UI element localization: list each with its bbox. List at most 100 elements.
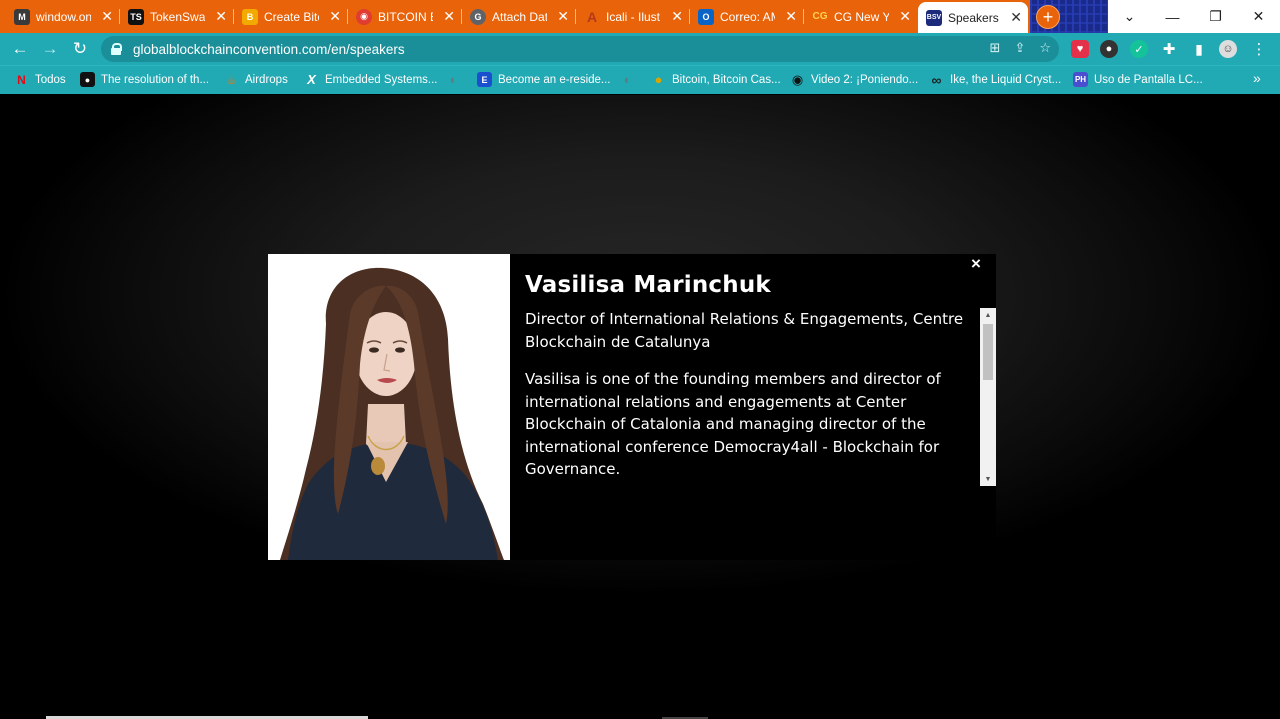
tab-title: Create Bitc — [264, 9, 320, 24]
speaker-details-scroll[interactable]: Director of International Relations & En… — [525, 308, 965, 488]
window-close-icon[interactable]: ✕ — [1237, 0, 1280, 33]
tab-favicon-icon: BSV — [926, 9, 942, 26]
medium-icon: ● — [80, 72, 95, 87]
tab-title: BITCOIN El — [378, 9, 433, 24]
lock-icon[interactable] — [111, 43, 122, 55]
back-icon[interactable]: ← — [10, 39, 30, 59]
tab-favicon-icon: CG — [812, 11, 828, 22]
bookmark-item[interactable]: ● Bitcoin, Bitcoin Cas... — [651, 72, 781, 87]
tab-favicon-icon: TS — [128, 8, 144, 25]
scroll-down-icon[interactable]: ▼ — [980, 472, 996, 486]
speaker-photo — [268, 254, 510, 560]
x-icon: X — [307, 72, 316, 87]
speaker-bio: Vasilisa is one of the founding members … — [525, 370, 941, 478]
close-tab-icon[interactable]: ✕ — [329, 8, 341, 25]
new-tab-button[interactable]: + — [1036, 5, 1060, 29]
infinity-icon: ∞ — [931, 71, 942, 88]
github-icon: ◉ — [791, 71, 804, 87]
close-tab-icon[interactable]: ✕ — [1010, 9, 1022, 26]
scroll-up-icon[interactable]: ▲ — [980, 308, 996, 322]
bookmark-item[interactable]: ◐ — [620, 72, 635, 87]
share-icon[interactable]: ⇪ — [1014, 40, 1025, 56]
bookmark-item[interactable]: ◉ Video 2: ¡Poniendo... — [790, 72, 918, 87]
extension-icon[interactable]: ✓ — [1130, 40, 1148, 58]
bookmark-item[interactable]: PH Uso de Pantalla LC... — [1073, 72, 1203, 87]
restore-icon[interactable]: ❐ — [1194, 0, 1237, 33]
speaker-name: Vasilisa Marinchuk — [525, 272, 771, 298]
close-modal-icon[interactable]: × — [968, 254, 984, 273]
extension-icon[interactable]: ● — [1100, 40, 1118, 58]
tab-cg-new-york[interactable]: CG CG New Yo ✕ — [804, 4, 917, 29]
tab-bitcoin[interactable]: ◉ BITCOIN El ✕ — [348, 4, 462, 29]
address-bar[interactable]: globalblockchainconvention.com/en/speake… — [101, 36, 1059, 62]
speaker-modal: × Vasilisa Marinchuk Director of Interna… — [268, 254, 996, 560]
reload-icon[interactable]: ↻ — [70, 39, 90, 59]
speaker-portrait-image — [268, 254, 510, 560]
translate-icon[interactable]: ⊞ — [990, 40, 1001, 56]
bookmark-item[interactable]: E Become an e-reside... — [477, 72, 611, 87]
extension-icon[interactable]: ♥ — [1071, 40, 1089, 58]
speaker-role: Director of International Relations & En… — [525, 310, 964, 351]
tab-favicon-icon: ◉ — [356, 8, 372, 25]
tab-attach-data[interactable]: G Attach Dat ✕ — [462, 4, 576, 29]
bookmark-item[interactable]: N Todos — [14, 72, 66, 87]
bookmark-label: Todos — [35, 73, 66, 86]
globe-icon: ◐ — [623, 72, 632, 87]
bookmark-label: Airdrops — [245, 73, 288, 86]
tab-create-bitcoin[interactable]: B Create Bitc ✕ — [234, 4, 348, 29]
tab-favicon-icon: O — [698, 8, 714, 25]
close-tab-icon[interactable]: ✕ — [557, 8, 569, 25]
bookmarks-bar: N Todos ● The resolution of th... ☕ Aird… — [0, 65, 1280, 94]
e-residency-icon: E — [477, 72, 492, 87]
tab-favicon-icon: B — [242, 8, 258, 25]
bookmark-item[interactable]: ◐ — [446, 72, 461, 87]
coin-icon: ● — [654, 72, 663, 87]
bookmark-item[interactable]: ● The resolution of th... — [80, 72, 209, 87]
close-tab-icon[interactable]: ✕ — [671, 8, 683, 25]
coffee-icon: ☕ — [226, 72, 237, 87]
url-text[interactable]: globalblockchainconvention.com/en/speake… — [133, 42, 405, 57]
tab-icali[interactable]: A Icali - Ilust ✕ — [576, 4, 690, 29]
scrollbar-thumb[interactable] — [983, 324, 993, 380]
puzzle-icon[interactable]: ✚ — [1160, 40, 1178, 58]
bookmark-label: The resolution of th... — [101, 73, 210, 86]
close-tab-icon[interactable]: ✕ — [785, 8, 797, 25]
close-tab-icon[interactable]: ✕ — [443, 8, 455, 25]
tab-title: Speakers | — [948, 10, 1001, 25]
tab-title: Correo: AM — [720, 9, 776, 24]
tab-speakers[interactable]: BSV Speakers | ✕ — [918, 2, 1028, 33]
avatar[interactable]: ☺ — [1219, 40, 1237, 58]
bookmark-label: Become an e-reside... — [498, 73, 611, 86]
close-tab-icon[interactable]: ✕ — [899, 8, 911, 25]
tab-title: Attach Dat — [492, 9, 548, 24]
side-panel-icon[interactable]: ▮ — [1190, 40, 1208, 58]
bookmark-item[interactable]: ∞ Ike, the Liquid Cryst... — [929, 71, 1062, 88]
menu-icon[interactable]: ⋮ — [1250, 40, 1268, 58]
globe-icon: ◐ — [449, 72, 458, 87]
bookmark-star-icon[interactable]: ☆ — [1039, 40, 1051, 56]
bookmark-item[interactable]: X Embedded Systems... — [304, 72, 438, 87]
tab-correo[interactable]: O Correo: AM ✕ — [690, 4, 804, 29]
close-tab-icon[interactable]: ✕ — [101, 8, 113, 25]
bookmark-item[interactable]: ☕ Airdrops — [224, 72, 288, 87]
bookmark-label: Bitcoin, Bitcoin Cas... — [672, 73, 781, 86]
minimize-icon[interactable]: — — [1151, 0, 1194, 33]
tab-favicon-icon: M — [14, 8, 30, 25]
address-bar-actions: ⊞ ⇪ ☆ — [990, 40, 1051, 56]
tab-strip: M window.on ✕ TS TokenSwap ✕ B Create Bi… — [0, 0, 1280, 33]
browser-toolbar: ← → ↻ globalblockchainconvention.com/en/… — [0, 33, 1280, 65]
tab-title: CG New Yo — [834, 9, 890, 24]
window-controls: ⌄ — ❐ ✕ — [1108, 0, 1280, 33]
scrollbar[interactable]: ▲ ▼ — [980, 308, 996, 486]
producthunt-icon: PH — [1073, 72, 1088, 87]
forward-icon[interactable]: → — [40, 39, 60, 59]
tab-title: window.on — [36, 9, 92, 24]
bookmarks-overflow-icon[interactable]: » — [1253, 70, 1261, 86]
tab-window-on[interactable]: M window.on ✕ — [6, 4, 120, 29]
bookmark-label: Embedded Systems... — [325, 73, 438, 86]
close-tab-icon[interactable]: ✕ — [215, 8, 227, 25]
tab-title: TokenSwap — [150, 9, 206, 24]
bookmark-label: Ike, the Liquid Cryst... — [950, 73, 1062, 86]
tab-tokenswap[interactable]: TS TokenSwap ✕ — [120, 4, 234, 29]
tab-search-icon[interactable]: ⌄ — [1108, 0, 1151, 33]
